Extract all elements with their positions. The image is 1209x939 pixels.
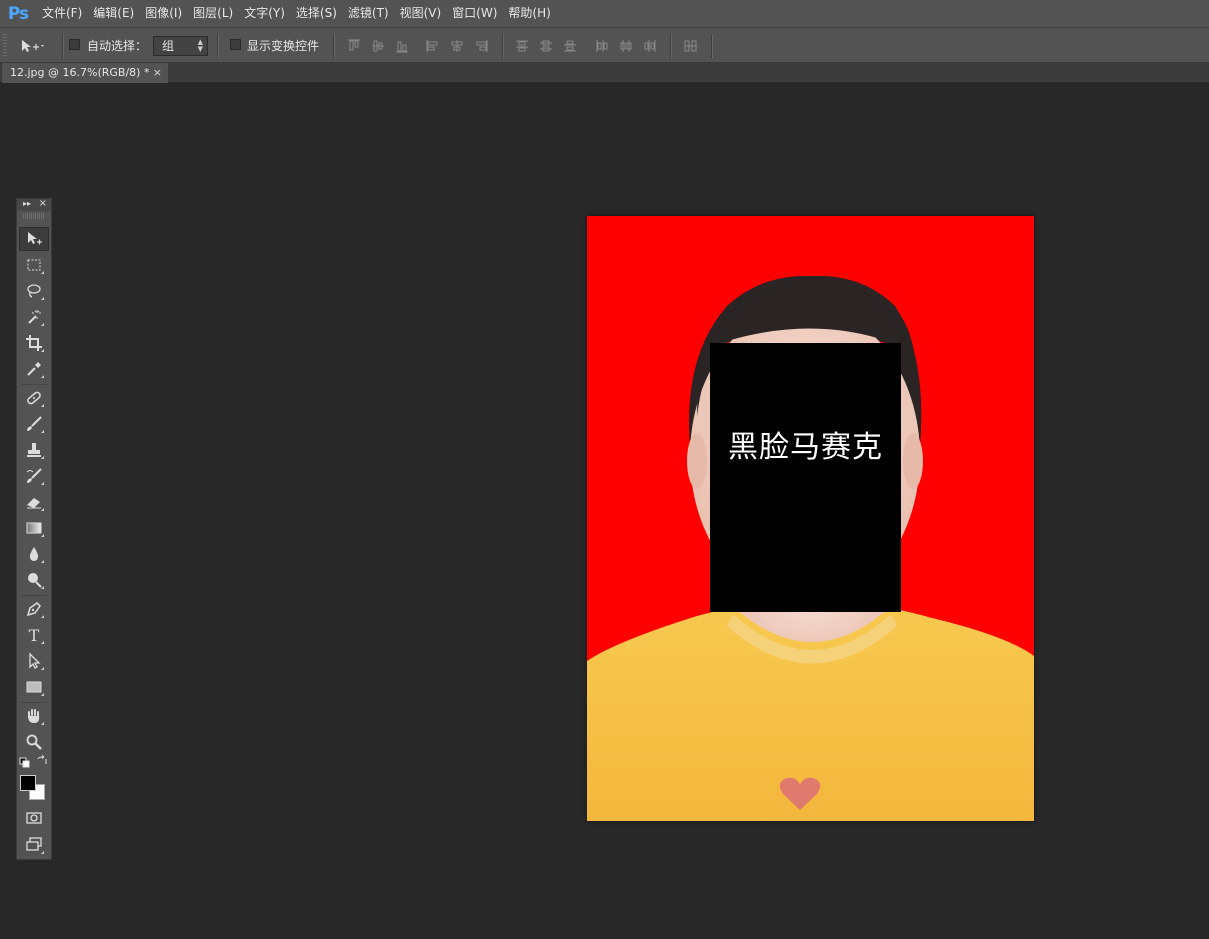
document-tab-title: 12.jpg @ 16.7%(RGB/8) * bbox=[10, 66, 150, 79]
swap-colors-icon[interactable] bbox=[36, 755, 48, 767]
options-separator bbox=[670, 34, 672, 58]
default-colors-icon[interactable] bbox=[19, 757, 31, 769]
distribute-right-icon[interactable] bbox=[642, 38, 658, 54]
options-separator bbox=[502, 34, 504, 58]
type-tool-button[interactable]: T bbox=[19, 623, 49, 647]
dodge-tool-button[interactable] bbox=[19, 568, 49, 592]
auto-align-layers-icon[interactable] bbox=[683, 38, 699, 54]
align-horizontal-centers-icon[interactable] bbox=[449, 38, 465, 54]
tools-separator bbox=[21, 702, 47, 703]
clone-stamp-tool-button[interactable] bbox=[19, 438, 49, 462]
document-canvas[interactable]: 黑脸马赛克 bbox=[587, 216, 1034, 821]
svg-text:T: T bbox=[29, 626, 40, 644]
quick-mask-icon bbox=[26, 812, 42, 824]
eyedropper-tool-button[interactable] bbox=[19, 357, 49, 381]
menu-select[interactable]: 选择(S) bbox=[291, 0, 342, 27]
show-transform-checkbox[interactable] bbox=[230, 39, 241, 50]
auto-select-checkbox[interactable] bbox=[69, 39, 80, 50]
options-separator bbox=[62, 34, 64, 58]
crop-tool-button[interactable] bbox=[19, 331, 49, 355]
hand-tool-button[interactable] bbox=[19, 704, 49, 728]
rectangular-marquee-tool-button[interactable] bbox=[19, 253, 49, 277]
censor-overlay-text: 黑脸马赛克 bbox=[728, 430, 883, 465]
magic-wand-tool-button[interactable] bbox=[19, 305, 49, 329]
auto-select-label: 自动选择： bbox=[87, 39, 148, 53]
distribute-horizontal-centers-icon[interactable] bbox=[618, 38, 634, 54]
close-panel-icon[interactable]: × bbox=[39, 198, 47, 209]
move-tool-icon bbox=[22, 40, 44, 52]
dropdown-arrows-icon: ▲ ▼ bbox=[197, 38, 203, 53]
move-tool-button[interactable] bbox=[19, 227, 49, 251]
options-bar: 自动选择： 组 ▲ ▼ 显示变换控件 bbox=[0, 27, 1209, 63]
align-bottom-edges-icon[interactable] bbox=[394, 38, 410, 54]
zoom-tool-button[interactable] bbox=[19, 730, 49, 754]
distribute-bottom-icon[interactable] bbox=[562, 38, 578, 54]
menu-window[interactable]: 窗口(W) bbox=[447, 0, 502, 27]
tools-separator bbox=[21, 384, 47, 385]
move-tool-icon bbox=[28, 232, 42, 245]
auto-select-target-dropdown[interactable]: 组 ▲ ▼ bbox=[153, 36, 208, 56]
menu-filter[interactable]: 滤镜(T) bbox=[343, 0, 394, 27]
document-tab-bar: 12.jpg @ 16.7%(RGB/8) * × bbox=[0, 63, 1209, 83]
healing-brush-tool-button[interactable] bbox=[19, 386, 49, 410]
path-selection-tool-button[interactable] bbox=[19, 649, 49, 673]
options-bar-grip[interactable] bbox=[3, 34, 7, 58]
tools-separator bbox=[21, 595, 47, 596]
quick-mask-button[interactable] bbox=[19, 806, 49, 830]
close-tab-icon[interactable]: × bbox=[153, 63, 162, 83]
document-tab[interactable]: 12.jpg @ 16.7%(RGB/8) * × bbox=[2, 63, 168, 83]
align-vertical-centers-icon[interactable] bbox=[370, 38, 386, 54]
options-separator bbox=[711, 34, 713, 58]
menu-type[interactable]: 文字(Y) bbox=[239, 0, 290, 27]
brush-tool-button[interactable] bbox=[19, 412, 49, 436]
auto-select-target-value: 组 bbox=[162, 39, 175, 53]
menu-file[interactable]: 文件(F) bbox=[37, 0, 87, 27]
align-right-edges-icon[interactable] bbox=[473, 38, 489, 54]
eraser-tool-button[interactable] bbox=[19, 490, 49, 514]
gradient-tool-button[interactable] bbox=[19, 516, 49, 540]
show-transform-label: 显示变换控件 bbox=[247, 39, 320, 53]
lasso-tool-button[interactable] bbox=[19, 279, 49, 303]
menu-image[interactable]: 图像(I) bbox=[140, 0, 187, 27]
rectangle-tool-button[interactable] bbox=[19, 675, 49, 699]
history-brush-tool-button[interactable] bbox=[19, 464, 49, 488]
menu-edit[interactable]: 编辑(E) bbox=[88, 0, 139, 27]
collapse-panel-icon[interactable]: ▸▸ bbox=[23, 199, 31, 208]
blur-tool-button[interactable] bbox=[19, 542, 49, 566]
foreground-color-swatch[interactable] bbox=[20, 775, 36, 791]
distribute-left-icon[interactable] bbox=[594, 38, 610, 54]
distribute-vertical-centers-icon[interactable] bbox=[538, 38, 554, 54]
screen-mode-button[interactable] bbox=[19, 833, 49, 857]
black-censor-box bbox=[710, 343, 901, 612]
tool-preset-picker[interactable] bbox=[18, 35, 58, 57]
tools-panel-header: ▸▸ × bbox=[17, 198, 51, 211]
pen-tool-button[interactable] bbox=[19, 597, 49, 621]
align-top-edges-icon[interactable] bbox=[346, 38, 362, 54]
tools-panel: ▸▸ × T bbox=[16, 198, 52, 860]
zoom-icon bbox=[26, 734, 42, 750]
photoshop-logo: Ps bbox=[7, 3, 29, 24]
options-separator bbox=[217, 34, 219, 58]
distribute-top-icon[interactable] bbox=[514, 38, 530, 54]
align-left-edges-icon[interactable] bbox=[425, 38, 441, 54]
menu-bar: Ps 文件(F) 编辑(E) 图像(I) 图层(L) 文字(Y) 选择(S) 滤… bbox=[0, 0, 1209, 27]
menu-help[interactable]: 帮助(H) bbox=[503, 0, 555, 27]
menu-layer[interactable]: 图层(L) bbox=[188, 0, 238, 27]
options-separator bbox=[333, 34, 335, 58]
menu-view[interactable]: 视图(V) bbox=[395, 0, 447, 27]
tools-panel-grip[interactable] bbox=[23, 213, 45, 219]
